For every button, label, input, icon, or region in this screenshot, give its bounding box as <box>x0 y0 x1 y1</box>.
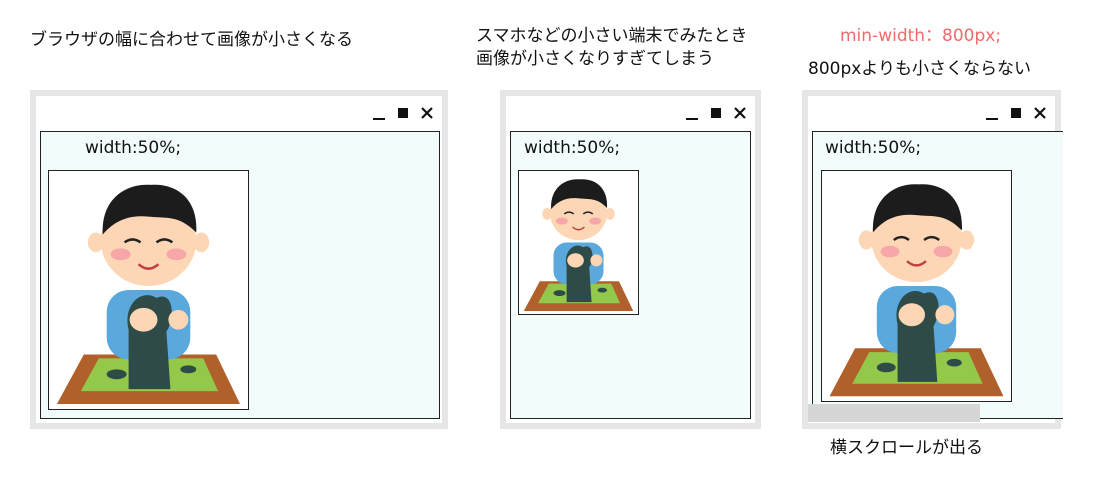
panel2-caption-line1: スマホなどの小さい端末でみたとき <box>476 26 748 46</box>
width-label: width:50%; <box>524 138 621 158</box>
window-controls <box>985 100 1047 126</box>
close-icon[interactable] <box>733 106 747 120</box>
page-content-area: width:50%; <box>40 131 440 419</box>
dinosaur-boy-image <box>48 170 249 410</box>
browser-window-min-width: width:50%; <box>802 90 1063 429</box>
width-label: width:50%; <box>85 138 182 158</box>
panel3-caption-minwidth: min-width：800px; <box>840 26 1002 46</box>
maximize-icon[interactable] <box>1009 106 1023 120</box>
width-label: width:50%; <box>825 138 922 158</box>
panel2-caption-line2: 画像が小さくなりすぎてしまう <box>476 49 714 69</box>
minimize-icon[interactable] <box>372 106 386 120</box>
boy-with-dinosaur-illustration <box>56 184 241 405</box>
dinosaur-boy-image <box>518 170 639 315</box>
dinosaur-boy-image <box>821 170 1012 402</box>
page-content-area: width:50%; <box>812 131 1063 419</box>
browser-window-narrow: width:50%; <box>500 90 761 429</box>
minimize-icon[interactable] <box>985 106 999 120</box>
close-icon[interactable] <box>420 106 434 120</box>
boy-with-dinosaur-illustration <box>523 179 634 312</box>
panel3-caption: 800pxよりも小さくならない <box>808 59 1031 79</box>
close-icon[interactable] <box>1033 106 1047 120</box>
minimize-icon[interactable] <box>685 106 699 120</box>
maximize-icon[interactable] <box>396 106 410 120</box>
panel1-caption: ブラウザの幅に合わせて画像が小さくなる <box>30 30 353 50</box>
window-controls <box>685 100 747 126</box>
panel3-bottom-caption: 横スクロールが出る <box>830 438 983 458</box>
boy-with-dinosaur-illustration <box>829 184 1004 397</box>
maximize-icon[interactable] <box>709 106 723 120</box>
window-controls <box>372 100 434 126</box>
browser-window-wide: width:50%; <box>30 90 448 429</box>
page-content-area: width:50%; <box>510 131 751 419</box>
horizontal-scrollbar[interactable] <box>808 404 980 422</box>
